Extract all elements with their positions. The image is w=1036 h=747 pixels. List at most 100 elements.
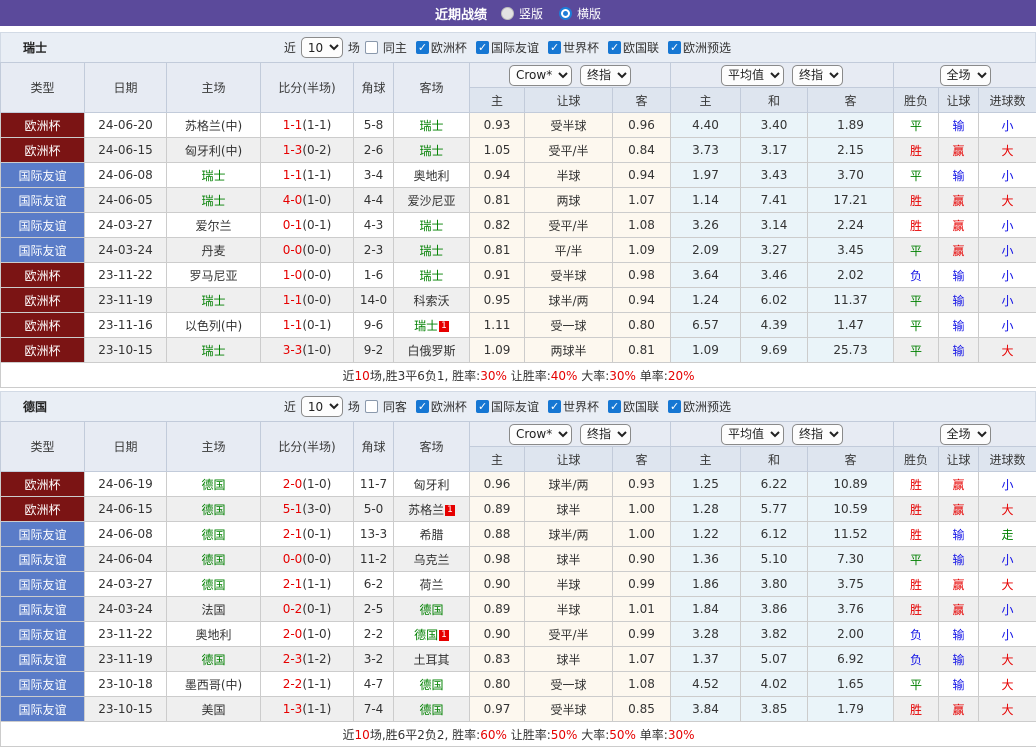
- focus-team-name[interactable]: 瑞士: [201, 169, 225, 183]
- checkbox-checked-icon[interactable]: [608, 400, 621, 413]
- result-goals: 走: [979, 522, 1036, 547]
- avg-away-odds: 11.37: [808, 288, 894, 313]
- focus-team-name[interactable]: 瑞士: [201, 194, 225, 208]
- col-type: 类型: [1, 63, 85, 113]
- final-odds-select-2[interactable]: 终指: [792, 65, 843, 86]
- team-section: 德国 近 10 场 同客 欧洲杯 国际友谊 世界杯: [0, 391, 1036, 747]
- home-team-cell: 以色列(中): [167, 313, 261, 338]
- average-select[interactable]: 平均值: [721, 424, 784, 445]
- league-filter-euro-qualifier[interactable]: 欧洲预选: [668, 39, 731, 56]
- focus-team-name[interactable]: 瑞士: [201, 344, 225, 358]
- checkbox-checked-icon[interactable]: [416, 400, 429, 413]
- final-odds-select-2[interactable]: 终指: [792, 424, 843, 445]
- checkbox-checked-icon[interactable]: [668, 41, 681, 54]
- checkbox-checked-icon[interactable]: [608, 41, 621, 54]
- opponent-team-name[interactable]: 美国: [201, 703, 225, 717]
- league-filter-world-cup[interactable]: 世界杯: [548, 39, 599, 56]
- summary-stat-value: 50%: [551, 728, 578, 742]
- radio-vertical-layout[interactable]: 竖版: [501, 5, 543, 22]
- focus-team-name[interactable]: 德国: [419, 703, 443, 717]
- checkbox-checked-icon[interactable]: [416, 41, 429, 54]
- focus-team-name[interactable]: 瑞士: [419, 119, 443, 133]
- scope-select[interactable]: 全场: [940, 65, 991, 86]
- focus-team-name[interactable]: 德国: [201, 653, 225, 667]
- avg-home-odds: 6.57: [671, 313, 741, 338]
- final-odds-select-1[interactable]: 终指: [580, 65, 631, 86]
- league-filter-euro-qualifier[interactable]: 欧洲预选: [668, 398, 731, 415]
- opponent-team-name[interactable]: 白俄罗斯: [407, 344, 455, 358]
- opponent-team-name[interactable]: 以色列(中): [185, 319, 242, 333]
- focus-team-name[interactable]: 瑞士: [419, 244, 443, 258]
- opponent-team-name[interactable]: 苏格兰: [408, 503, 444, 517]
- opponent-team-name[interactable]: 罗马尼亚: [189, 269, 237, 283]
- avg-away-odds: 3.70: [808, 163, 894, 188]
- average-select[interactable]: 平均值: [721, 65, 784, 86]
- opponent-team-name[interactable]: 科索沃: [413, 294, 449, 308]
- league-filter-friendly[interactable]: 国际友谊: [476, 39, 539, 56]
- score-cell: 1-1(1-1): [261, 113, 354, 138]
- radio-on-icon[interactable]: [559, 7, 572, 20]
- opponent-team-name[interactable]: 乌克兰: [413, 553, 449, 567]
- opponent-team-name[interactable]: 匈牙利: [413, 478, 449, 492]
- home-team-cell: 德国: [167, 647, 261, 672]
- focus-team-name[interactable]: 瑞士: [414, 319, 438, 333]
- result-wdl: 胜: [894, 472, 939, 497]
- opponent-team-name[interactable]: 希腊: [419, 528, 443, 542]
- same-venue-checkbox[interactable]: [365, 41, 378, 54]
- league-filter-nations-league[interactable]: 欧国联: [608, 39, 659, 56]
- same-venue-checkbox[interactable]: [365, 400, 378, 413]
- league-filter-world-cup[interactable]: 世界杯: [548, 398, 599, 415]
- opponent-team-name[interactable]: 苏格兰(中): [185, 119, 242, 133]
- radio-off-icon[interactable]: [501, 7, 514, 20]
- checkbox-checked-icon[interactable]: [548, 400, 561, 413]
- corner-count: 11-2: [354, 547, 394, 572]
- focus-team-name[interactable]: 瑞士: [419, 144, 443, 158]
- opponent-team-name[interactable]: 奥地利: [195, 628, 231, 642]
- focus-team-name[interactable]: 德国: [419, 603, 443, 617]
- odds-source-select[interactable]: Crow*: [509, 65, 572, 86]
- focus-team-name[interactable]: 德国: [201, 503, 225, 517]
- focus-team-name[interactable]: 德国: [201, 553, 225, 567]
- opponent-team-name[interactable]: 丹麦: [201, 244, 225, 258]
- avg-home-odds: 1.22: [671, 522, 741, 547]
- focus-team-name[interactable]: 瑞士: [419, 269, 443, 283]
- match-type-badge: 欧洲杯: [1, 288, 85, 313]
- league-filter-euro-cup[interactable]: 欧洲杯: [416, 39, 467, 56]
- opponent-team-name[interactable]: 墨西哥(中): [185, 678, 242, 692]
- league-filter-nations-league[interactable]: 欧国联: [608, 398, 659, 415]
- focus-team-name[interactable]: 德国: [201, 528, 225, 542]
- match-count-select[interactable]: 10: [301, 396, 343, 417]
- opponent-team-name[interactable]: 法国: [201, 603, 225, 617]
- summary-stat-value: 30%: [480, 369, 507, 383]
- radio-horizontal-layout[interactable]: 横版: [559, 5, 601, 22]
- opponent-team-name[interactable]: 土耳其: [413, 653, 449, 667]
- result-cover: 输: [939, 263, 979, 288]
- odds-source-select[interactable]: Crow*: [509, 424, 572, 445]
- focus-team-name[interactable]: 瑞士: [419, 219, 443, 233]
- focus-team-name[interactable]: 德国: [419, 678, 443, 692]
- scope-select[interactable]: 全场: [940, 424, 991, 445]
- focus-team-name[interactable]: 德国: [414, 628, 438, 642]
- final-odds-select-1[interactable]: 终指: [580, 424, 631, 445]
- opponent-team-name[interactable]: 爱沙尼亚: [407, 194, 455, 208]
- home-team-cell: 德国: [167, 472, 261, 497]
- match-count-select[interactable]: 10: [301, 37, 343, 58]
- odds-home: 0.90: [470, 572, 525, 597]
- checkbox-checked-icon[interactable]: [668, 400, 681, 413]
- recent-results-header: 近期战绩 竖版 横版: [0, 0, 1036, 26]
- opponent-team-name[interactable]: 荷兰: [419, 578, 443, 592]
- league-filter-euro-cup[interactable]: 欧洲杯: [416, 398, 467, 415]
- result-goals: 小: [979, 313, 1036, 338]
- checkbox-checked-icon[interactable]: [476, 41, 489, 54]
- focus-team-name[interactable]: 瑞士: [201, 294, 225, 308]
- opponent-team-name[interactable]: 匈牙利(中): [185, 144, 242, 158]
- checkbox-checked-icon[interactable]: [476, 400, 489, 413]
- summary-stat-value: 20%: [668, 369, 695, 383]
- opponent-team-name[interactable]: 奥地利: [413, 169, 449, 183]
- home-team-cell: 罗马尼亚: [167, 263, 261, 288]
- opponent-team-name[interactable]: 爱尔兰: [195, 219, 231, 233]
- league-filter-friendly[interactable]: 国际友谊: [476, 398, 539, 415]
- checkbox-checked-icon[interactable]: [548, 41, 561, 54]
- focus-team-name[interactable]: 德国: [201, 478, 225, 492]
- focus-team-name[interactable]: 德国: [201, 578, 225, 592]
